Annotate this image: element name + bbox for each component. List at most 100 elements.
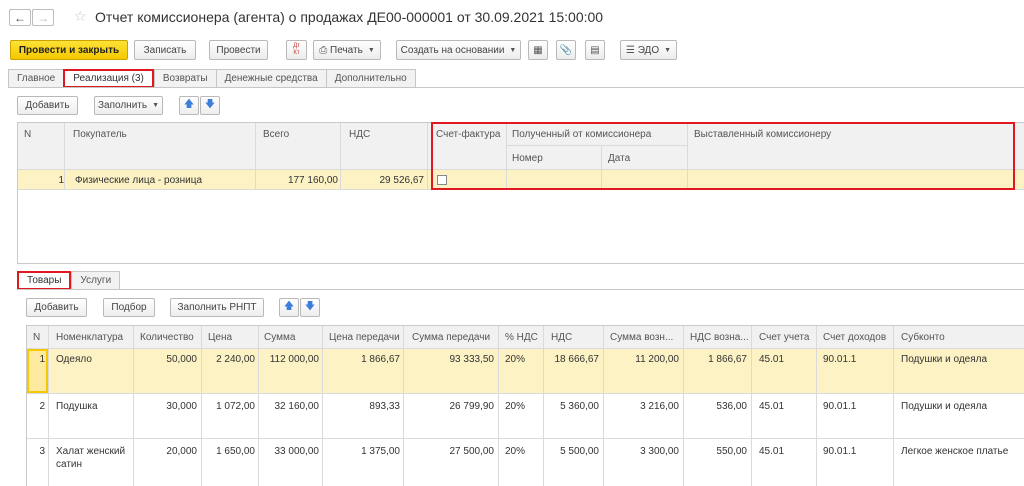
goods-row1-income-account: 90.01.1 (823, 354, 857, 365)
sales-fill-label: Заполнить (97, 100, 148, 111)
goods-col-account[interactable]: Счет учета (759, 332, 809, 343)
edo-button[interactable]: ☰ ЭДО ▼ (620, 40, 677, 60)
goods-row1-vat-rate: 20% (505, 354, 526, 365)
tab-services[interactable]: Услуги (71, 271, 121, 290)
arrow-right-icon: → (37, 10, 49, 25)
goods-row2-price: 1 072,00 (216, 401, 255, 412)
sales-col-date[interactable]: Дата (608, 153, 630, 164)
dtkt-icon: Дт Кт (293, 43, 300, 56)
tab-cash[interactable]: Денежные средства (215, 69, 326, 88)
structure-icon: ▦ (533, 44, 543, 56)
post-and-close-button[interactable]: Провести и закрыть (10, 40, 128, 60)
goods-move-up-button[interactable]: 🡅 (279, 298, 299, 317)
document-icon: ▤ (590, 44, 600, 56)
goods-col-vat[interactable]: НДС (551, 332, 572, 343)
goods-col-n[interactable]: N (33, 332, 40, 343)
goods-col-income-account[interactable]: Счет доходов (823, 332, 886, 343)
sales-add-button[interactable]: Добавить (17, 96, 78, 115)
create-based-label: Создать на основании (400, 44, 505, 56)
arrow-down-icon: 🡇 (304, 301, 316, 312)
goods-col-vat-rate[interactable]: % НДС (505, 332, 538, 343)
attach-button[interactable]: 📎 (556, 40, 576, 60)
sales-move-down-button[interactable]: 🡇 (200, 96, 220, 115)
goods-row1-account: 45.01 (759, 354, 785, 365)
structure-button[interactable]: ▦ (528, 40, 548, 60)
goods-col-item[interactable]: Номенклатура (56, 332, 123, 343)
forward-button[interactable]: → (32, 9, 54, 26)
goods-row1-n: 1 (39, 354, 45, 365)
title-bar: ← → ☆ Отчет комиссионера (агента) о прод… (0, 0, 1024, 34)
goods-row2-sum: 32 160,00 (274, 401, 320, 412)
back-button[interactable]: ← (9, 9, 31, 26)
goods-row1-item[interactable]: Одеяло (56, 354, 92, 365)
tab-returns[interactable]: Возвраты (153, 69, 216, 88)
goods-row1-reward-vat: 1 866,67 (708, 354, 747, 365)
report-button[interactable]: ▤ (585, 40, 605, 60)
goods-col-sum[interactable]: Сумма (264, 332, 295, 343)
dtkt-button[interactable]: Дт Кт (286, 40, 307, 60)
goods-col-price[interactable]: Цена (208, 332, 232, 343)
sales-row-buyer[interactable]: Физические лица - розница (75, 175, 202, 186)
fill-rnpt-button[interactable]: Заполнить РНПТ (170, 298, 264, 317)
sales-row-vat: 29 526,67 (379, 175, 425, 186)
goods-row3-item[interactable]: Халат женский (56, 446, 125, 457)
sales-col-buyer[interactable]: Покупатель (73, 129, 127, 140)
goods-add-button[interactable]: Добавить (26, 298, 87, 317)
goods-row3-item-line2: сатин (56, 459, 83, 470)
goods-tabs: Товары Услуги (17, 271, 121, 290)
goods-row3-vat: 5 500,00 (560, 446, 599, 457)
post-button[interactable]: Провести (209, 40, 268, 60)
goods-row2-transfer-price: 893,33 (369, 401, 400, 412)
sales-col-vat[interactable]: НДС (349, 129, 370, 140)
goods-row1-qty: 50,000 (166, 354, 197, 365)
arrow-down-icon: 🡇 (204, 99, 216, 110)
favorite-star-icon[interactable]: ☆ (74, 8, 87, 25)
save-button[interactable]: Записать (134, 40, 196, 60)
chevron-down-icon: ▼ (664, 46, 672, 54)
sales-col-number[interactable]: Номер (512, 153, 543, 164)
invoice-checkbox[interactable] (437, 175, 447, 185)
goods-row3-vat-rate: 20% (505, 446, 526, 457)
sales-move-up-button[interactable]: 🡅 (179, 96, 199, 115)
sales-col-received[interactable]: Полученный от комиссионера (512, 129, 651, 140)
goods-row3-sum: 33 000,00 (274, 446, 320, 457)
goods-row3-qty: 20,000 (166, 446, 197, 457)
goods-col-reward-sum[interactable]: Сумма возн... (610, 332, 673, 343)
chevron-down-icon: ▼ (152, 102, 160, 109)
window-title: Отчет комиссионера (агента) о продажах Д… (95, 9, 604, 25)
create-based-on-button[interactable]: Создать на основании ▼ (396, 40, 521, 60)
tab-additional[interactable]: Дополнительно (325, 69, 416, 88)
arrow-up-icon: 🡅 (183, 99, 195, 110)
goods-row2-item[interactable]: Подушка (56, 401, 98, 412)
goods-col-transfer-sum[interactable]: Сумма передачи (412, 332, 490, 343)
tab-goods[interactable]: Товары (17, 271, 72, 290)
paperclip-icon: 📎 (559, 44, 573, 56)
goods-select-button[interactable]: Подбор (103, 298, 155, 317)
chevron-down-icon: ▼ (367, 46, 375, 54)
tab-main[interactable]: Главное (8, 69, 64, 88)
sales-col-invoice[interactable]: Счет-фактура (436, 129, 500, 140)
goods-move-down-button[interactable]: 🡇 (300, 298, 320, 317)
edo-label: ЭДО (637, 44, 660, 56)
print-button[interactable]: ⎙ Печать ▼ (313, 40, 381, 60)
goods-col-qty[interactable]: Количество (140, 332, 194, 343)
sales-col-n[interactable]: N (24, 129, 31, 140)
sales-col-issued[interactable]: Выставленный комиссионеру (694, 129, 831, 140)
sales-col-total[interactable]: Всего (263, 129, 289, 140)
main-tabs: Главное Реализация (3) Возвраты Денежные… (8, 69, 416, 88)
goods-col-transfer-price[interactable]: Цена передачи (329, 332, 400, 343)
goods-col-reward-vat[interactable]: НДС возна... (690, 332, 749, 343)
goods-row3-reward-sum: 3 300,00 (640, 446, 679, 457)
goods-row3-subconto: Легкое женское платье (901, 446, 1009, 457)
goods-row3-price: 1 650,00 (216, 446, 255, 457)
edo-icon: ☰ (625, 44, 635, 56)
tab-sales[interactable]: Реализация (3) (63, 69, 154, 88)
goods-row2-n: 2 (39, 401, 45, 412)
subtab-divider (17, 289, 1024, 290)
sales-table: N Покупатель Всего НДС Счет-фактура Полу… (17, 122, 1024, 264)
printer-icon: ⎙ (319, 44, 328, 56)
goods-row2-qty: 30,000 (166, 401, 197, 412)
sales-fill-button[interactable]: Заполнить ▼ (94, 96, 163, 115)
goods-col-subconto[interactable]: Субконто (901, 332, 945, 343)
goods-row1-transfer-price: 1 866,67 (361, 354, 400, 365)
